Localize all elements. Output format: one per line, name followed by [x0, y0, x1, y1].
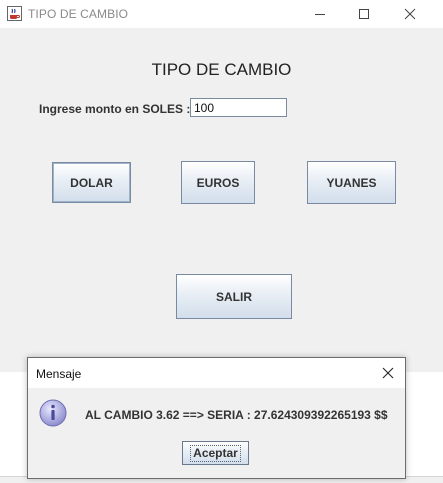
amount-label: Ingrese monto en SOLES :	[39, 102, 191, 116]
page-title: TIPO DE CAMBIO	[0, 60, 443, 80]
aceptar-button[interactable]: Aceptar	[182, 441, 249, 465]
page-title-text: TIPO DE CAMBIO	[151, 60, 292, 79]
amount-input[interactable]	[190, 98, 287, 117]
message-dialog: Mensaje AL CAMBIO 3.62 ==> SERIA : 27.62…	[27, 357, 406, 479]
dialog-titlebar[interactable]: Mensaje	[28, 358, 405, 388]
java-cup-icon	[7, 6, 22, 21]
dolar-button-label: DOLAR	[70, 175, 113, 190]
main-window: TIPO DE CAMBIO TIPO DE CAMBIO Ingrese mo…	[0, 0, 443, 372]
minimize-button[interactable]	[297, 0, 343, 28]
dialog-message: AL CAMBIO 3.62 ==> SERIA : 27.6243093922…	[85, 408, 388, 422]
close-icon	[404, 8, 416, 20]
close-icon	[382, 367, 394, 379]
maximize-button[interactable]	[341, 0, 387, 28]
screen: TIPO DE CAMBIO TIPO DE CAMBIO Ingrese mo…	[0, 0, 443, 483]
maximize-icon	[359, 9, 369, 19]
dolar-button[interactable]: DOLAR	[52, 162, 131, 203]
aceptar-button-label: Aceptar	[190, 444, 241, 462]
window-titlebar[interactable]: TIPO DE CAMBIO	[0, 0, 443, 28]
dialog-close-button[interactable]	[371, 358, 405, 388]
info-icon	[39, 399, 67, 427]
euros-button-label: EUROS	[196, 175, 240, 190]
salir-button-label: SALIR	[216, 289, 252, 304]
yuanes-button[interactable]: YUANES	[307, 161, 396, 204]
window-title: TIPO DE CAMBIO	[28, 7, 129, 21]
dialog-title: Mensaje	[36, 367, 82, 381]
euros-button[interactable]: EUROS	[181, 161, 255, 204]
minimize-icon	[315, 14, 325, 15]
close-button[interactable]	[387, 0, 433, 28]
yuanes-button-label: YUANES	[326, 175, 377, 190]
salir-button[interactable]: SALIR	[176, 274, 292, 319]
